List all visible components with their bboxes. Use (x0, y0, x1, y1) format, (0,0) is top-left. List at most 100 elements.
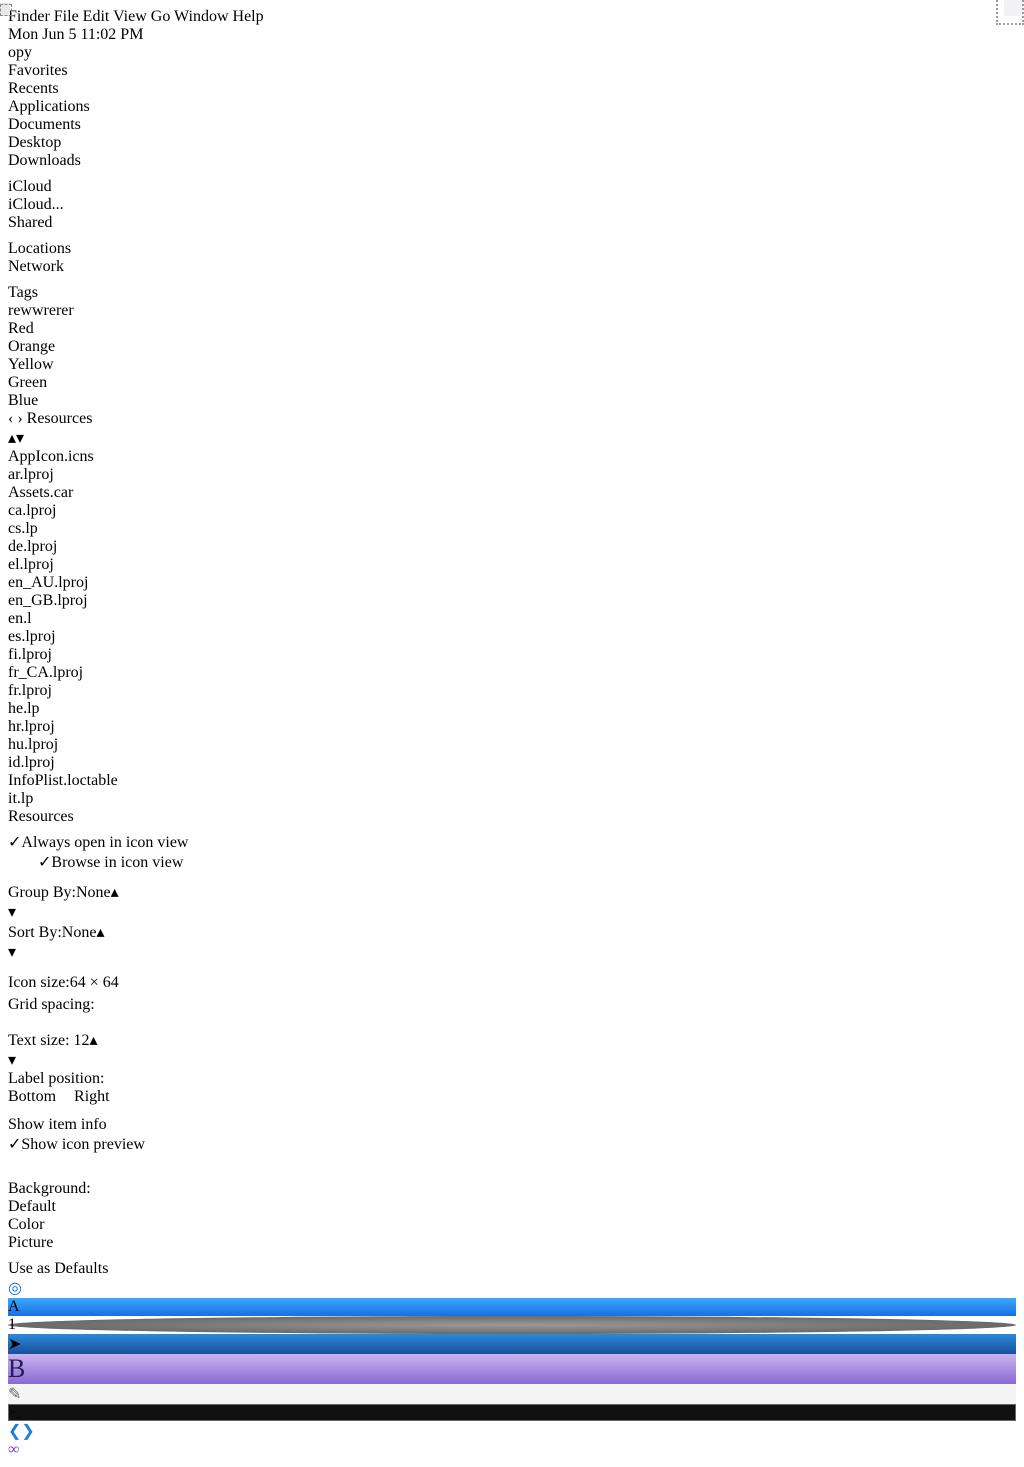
file-item[interactable]: en_GB.lproj (8, 592, 1016, 610)
sidebar-tag-yellow[interactable]: Yellow (8, 356, 1016, 374)
file-name-label: he.lp (8, 700, 40, 717)
sidebar-item-desktop[interactable]: Desktop (8, 134, 1016, 152)
file-item[interactable]: cs.lp (8, 520, 1016, 538)
chevron-updown-icon: ▴▾ (8, 430, 25, 447)
file-item[interactable]: de.lproj (8, 538, 1016, 556)
text-size-row: Text size: 12▴ ▾ (8, 1030, 1016, 1070)
file-item[interactable]: he.lp (8, 700, 1016, 718)
bg-default-radio[interactable]: Default (8, 1198, 1016, 1216)
menu-bar-clock[interactable]: Mon Jun 5 11:02 PM (8, 26, 143, 43)
sidebar-tag-green[interactable]: Green (8, 374, 1016, 392)
file-item[interactable]: en_AU.lproj (8, 574, 1016, 592)
forward-button[interactable]: › (17, 410, 22, 427)
file-item[interactable]: id.lproj (8, 754, 1016, 772)
file-item[interactable]: es.lproj (8, 628, 1016, 646)
sidebar-item-recents[interactable]: Recents (8, 80, 1016, 98)
sidebar-tag-rewwrerer[interactable]: rewwrerer (8, 302, 1016, 320)
always-open-icon-view-checkbox[interactable]: ✓Always open in icon view (8, 832, 1016, 852)
file-item[interactable]: ar.lproj (8, 466, 1016, 484)
file-item[interactable]: el.lproj (8, 556, 1016, 574)
file-item[interactable]: hu.lproj (8, 736, 1016, 754)
file-item[interactable]: Assets.car (8, 484, 1016, 502)
bg-picture-radio[interactable]: Picture (8, 1234, 1016, 1252)
menu-view[interactable]: View (113, 8, 147, 25)
sidebar-item-downloads[interactable]: Downloads (8, 152, 1016, 170)
file-item[interactable]: hr.lproj (8, 718, 1016, 736)
sidebar-item-applications[interactable]: Applications (8, 98, 1016, 116)
sidebar-item-documents[interactable]: Documents (8, 116, 1016, 134)
sidebar-item-label: Desktop (8, 134, 62, 151)
file-item[interactable]: fi.lproj (8, 646, 1016, 664)
bg-color-radio[interactable]: Color (8, 1216, 1016, 1234)
file-item[interactable]: en.l (8, 610, 1016, 628)
grid-spacing-row: Grid spacing: (8, 996, 1016, 1014)
menu-edit[interactable]: Edit (83, 8, 110, 25)
radio-label: Bottom (8, 1088, 57, 1105)
menu-app-name[interactable]: Finder (8, 8, 50, 25)
sidebar-tag-orange[interactable]: Orange (8, 338, 1016, 356)
icon-size-row: Icon size:64 × 64 (8, 974, 1016, 992)
bbedit-icon[interactable]: B (8, 1354, 1016, 1384)
file-item[interactable]: it.lp (8, 790, 1016, 808)
panel-title: Resources (8, 808, 1016, 826)
menu-go[interactable]: Go (151, 8, 171, 25)
file-name-label: en_GB.lproj (8, 592, 88, 609)
visual-studio-icon[interactable]: ∞ (8, 1441, 1016, 1459)
sort-by-label: Sort By: (8, 924, 62, 941)
file-item[interactable]: ca.lproj (8, 502, 1016, 520)
file-name-label: Assets.car (8, 484, 74, 501)
back-button[interactable]: ‹ (8, 410, 13, 427)
file-name-label: hu.lproj (8, 736, 59, 753)
sidebar-item-label: Shared (8, 214, 53, 231)
file-name-label: en_AU.lproj (8, 574, 89, 591)
checkmark-icon: ✓ (8, 1136, 22, 1153)
app-store-icon[interactable]: A (8, 1298, 1016, 1316)
safari-icon[interactable]: ◎ (8, 1278, 1016, 1298)
sidebar-item-label: Blue (8, 392, 39, 409)
sidebar-item-icloud-drive[interactable]: iCloud... (8, 196, 1016, 214)
menu-bar: Finder File Edit View Go Window Help Mon… (8, 8, 1016, 44)
file-name-label: el.lproj (8, 556, 54, 573)
radio-label: Default (8, 1198, 56, 1215)
text-size-label: Text size: (8, 1032, 70, 1049)
file-item[interactable]: fr.lproj (8, 682, 1016, 700)
view-mode-button[interactable]: ▴▾ (8, 428, 1016, 448)
radio-label: Picture (8, 1234, 54, 1251)
sidebar-item-network[interactable]: Network (8, 258, 1016, 276)
file-name-label: ca.lproj (8, 502, 57, 519)
label-position-row: Label position: (8, 1070, 1016, 1088)
group-by-value: None (76, 884, 111, 901)
menu-help[interactable]: Help (233, 8, 264, 25)
file-name-label: de.lproj (8, 538, 58, 555)
show-item-info-checkbox[interactable]: Show item info (8, 1116, 1016, 1134)
finder-window: Favorites Recents Applications Documents… (8, 62, 1016, 808)
radio-label: Right (74, 1088, 110, 1105)
file-name-label: hr.lproj (8, 718, 55, 735)
notification-badge: 1 (8, 1316, 16, 1333)
sidebar-tag-red[interactable]: Red (8, 320, 1016, 338)
file-item[interactable]: AppIcon.icns (8, 448, 1016, 466)
icon-size-label: Icon size: (8, 974, 70, 991)
file-name-label: fi.lproj (8, 646, 52, 663)
menu-window[interactable]: Window (174, 8, 228, 25)
label-position-label: Label position: (8, 1070, 105, 1087)
menu-file[interactable]: File (54, 8, 79, 25)
sidebar-item-label: iCloud... (8, 196, 64, 213)
desktop-file-label[interactable]: opy (8, 44, 1016, 62)
sort-by-row: Sort By:None▴ ▾ (8, 922, 1016, 962)
mail-send-icon[interactable]: ➤ (8, 1334, 1016, 1354)
file-name-label: es.lproj (8, 628, 56, 645)
file-item[interactable]: fr_CA.lproj (8, 664, 1016, 682)
use-as-defaults-button[interactable]: Use as Defaults (8, 1260, 1016, 1278)
file-item[interactable]: InfoPlist.loctable (8, 772, 1016, 790)
sidebar-tag-blue[interactable]: Blue (8, 392, 1016, 410)
terminal-icon[interactable]: >_ (8, 1404, 1016, 1421)
vscode-icon[interactable]: ❮❯ (8, 1421, 1016, 1441)
show-icon-preview-checkbox[interactable]: ✓Show icon preview (8, 1134, 1016, 1154)
sort-by-value: None (61, 924, 97, 941)
system-settings-icon[interactable]: 1 (8, 1316, 1016, 1334)
browse-icon-view-checkbox[interactable]: ✓Browse in icon view (8, 852, 1016, 872)
textedit-icon[interactable]: ✎ (8, 1384, 1016, 1404)
finder-sidebar: Favorites Recents Applications Documents… (8, 62, 1016, 410)
sidebar-item-shared[interactable]: Shared (8, 214, 1016, 232)
